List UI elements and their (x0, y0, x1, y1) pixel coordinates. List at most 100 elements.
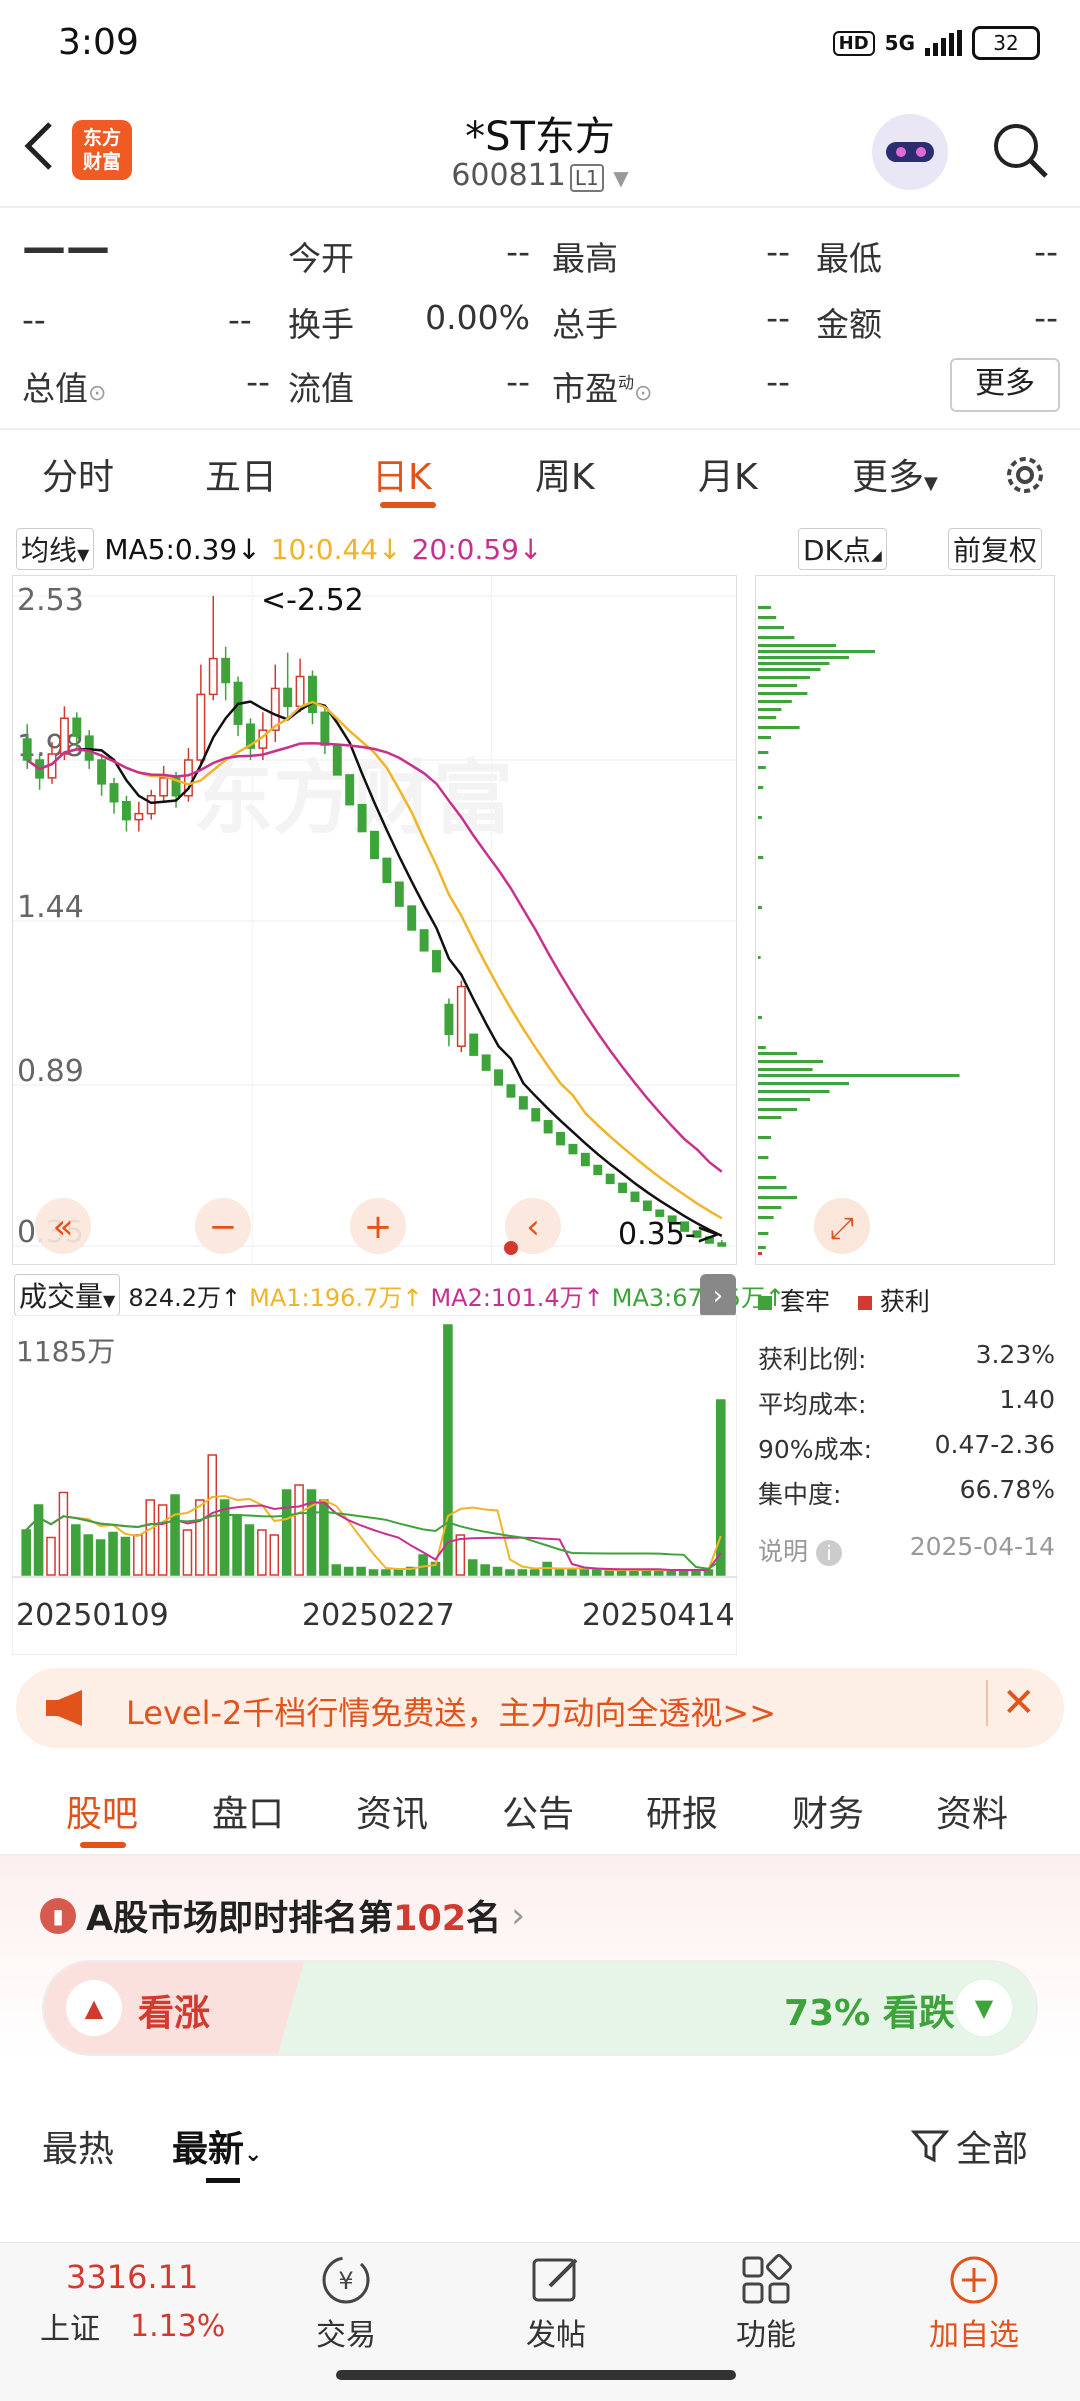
candle (642, 1200, 652, 1211)
volume-bar (33, 1504, 44, 1576)
candle (283, 687, 293, 708)
index-name: 上证 (40, 2312, 100, 2347)
chip-bar (758, 1232, 769, 1235)
assistant-robot-icon[interactable] (872, 114, 948, 190)
level2-promo-banner[interactable]: Level-2千档行情免费送，主力动向全透视>> ✕ (16, 1668, 1064, 1748)
chip-bar (758, 956, 761, 959)
candle (593, 1164, 603, 1176)
open-label: 今开 (288, 239, 354, 278)
chevron-down-icon: ⌄ (244, 2142, 263, 2167)
close-icon[interactable]: ✕ (986, 1680, 1036, 1726)
market-rank[interactable]: ▮ A股市场即时排名第102名 › (40, 1890, 525, 1941)
chip-note[interactable]: 说明 i (758, 1532, 842, 1568)
chip-bar (758, 708, 782, 711)
search-icon[interactable] (990, 120, 1050, 180)
volume-bar (567, 1569, 577, 1576)
candle (568, 1143, 578, 1155)
bearish-button[interactable]: ▼ (956, 1980, 1012, 2036)
volume-chart[interactable]: 1185万 20250109 20250227 20250414 (11, 1314, 738, 1656)
tab-five-day[interactable]: 五日 (205, 448, 277, 500)
candle (556, 1131, 566, 1146)
ma-selector[interactable]: 均线▼ (16, 528, 95, 570)
nav-post[interactable]: 发帖 (496, 2250, 616, 2354)
signal-icon (925, 30, 962, 56)
high-value: -- (766, 232, 790, 271)
active-filter-indicator (206, 2178, 240, 2183)
candle (419, 929, 429, 952)
divider (0, 206, 1080, 208)
chip-bar (758, 644, 836, 647)
x-tick-label: 20250109 (16, 1598, 169, 1633)
volume-bar (108, 1531, 118, 1576)
sentiment-vote: ▲ 看涨 73% 看跌 ▼ (42, 1960, 1038, 2056)
candle (506, 1084, 516, 1098)
tab-order-book[interactable]: 盘口 (212, 1785, 284, 1837)
volume-bar (505, 1569, 515, 1576)
dk-point-selector[interactable]: DK点◢ (798, 528, 887, 570)
tab-guba[interactable]: 股吧 (66, 1785, 138, 1837)
settings-gear-icon[interactable] (1000, 450, 1050, 500)
candle (394, 881, 404, 907)
candle (332, 744, 342, 776)
candle (481, 1054, 491, 1071)
chip-bar (758, 1116, 782, 1119)
index-ticker[interactable]: 3316.11 上证 1.13% (40, 2258, 240, 2348)
nav-add-watchlist[interactable]: 加自选 (914, 2250, 1034, 2354)
candle (345, 774, 355, 806)
expand-indicators-button[interactable]: › (700, 1274, 736, 1318)
volume-current: 824.2万↑ (128, 1283, 242, 1312)
tab-announcements[interactable]: 公告 (502, 1785, 574, 1837)
volume-selector[interactable]: 成交量▼ (14, 1274, 121, 1316)
tab-weekly-k[interactable]: 周K (535, 448, 595, 500)
kline-chart[interactable]: 2.531.981.440.890.35东方财富<-2.520.35->«−+‹ (12, 575, 738, 1266)
filter-latest[interactable]: 最新⌄ (172, 2120, 262, 2172)
tab-news[interactable]: 资讯 (356, 1785, 428, 1837)
volume-bar (455, 1534, 466, 1576)
tab-more[interactable]: 更多▼ (852, 448, 938, 500)
volume-bar (71, 1524, 81, 1576)
candle (456, 985, 466, 1047)
open-value: -- (506, 232, 530, 271)
active-tab-indicator (380, 502, 436, 508)
chip-bar (758, 656, 849, 659)
volume-legend: 成交量▼ 824.2万↑ MA1:196.7万↑ MA2:101.4万↑ MA3… (14, 1274, 785, 1316)
candle (196, 693, 206, 761)
bullish-button[interactable]: ▲ (66, 1980, 122, 2036)
tab-monthly-k[interactable]: 月K (698, 448, 758, 500)
volume-bar (182, 1529, 193, 1576)
volume-bar (219, 1499, 230, 1576)
volume-bar (294, 1484, 304, 1576)
tab-research[interactable]: 研报 (646, 1785, 718, 1837)
cost90-label: 90%成本: (758, 1435, 872, 1464)
current-dot (504, 1241, 518, 1255)
tab-financials[interactable]: 财务 (792, 1785, 864, 1837)
more-quote-button[interactable]: 更多 (950, 358, 1060, 412)
filter-hot[interactable]: 最热 (42, 2120, 114, 2172)
tab-daily-k[interactable]: 日K (372, 448, 432, 500)
status-icons: HD 5G 32 (832, 26, 1040, 60)
adjust-selector[interactable]: 前复权 (948, 528, 1043, 570)
nav-functions[interactable]: 功能 (706, 2250, 826, 2354)
active-section-indicator (80, 1842, 126, 1848)
candle (543, 1120, 553, 1134)
chip-bar (758, 1016, 762, 1019)
filter-all[interactable]: 全部 (910, 2120, 1028, 2172)
chip-bar (758, 636, 795, 639)
volume-bar (244, 1524, 255, 1576)
candle (295, 675, 305, 708)
pe-value: -- (766, 362, 790, 401)
volume-bar (232, 1514, 242, 1576)
candle (221, 657, 231, 684)
zoom-out-icon: − (209, 1207, 238, 1247)
high-annotation: <-2.52 (261, 583, 364, 618)
tab-intraday[interactable]: 分时 (42, 448, 114, 500)
mktcap-value: -- (246, 362, 270, 401)
nav-trade[interactable]: ¥ 交易 (286, 2250, 406, 2354)
status-bar: 3:09 HD 5G 32 (0, 0, 1080, 90)
index-change: 1.13% (130, 2308, 226, 2344)
tab-profile[interactable]: 资料 (936, 1785, 1008, 1837)
profit-ratio-label: 获利比例: (758, 1345, 867, 1374)
candle (72, 717, 82, 737)
yuan-circle-icon: ¥ (322, 2256, 370, 2304)
chip-legend: 套牢 获利 (758, 1282, 930, 1318)
